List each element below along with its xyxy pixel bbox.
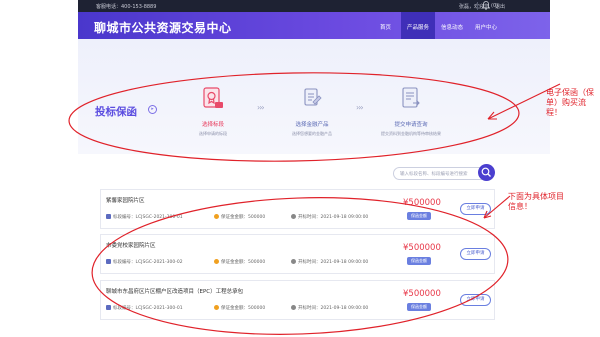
process-banner: 投标保函 选择标段 选择申请的标段 ››› 选择金融产品 选择您想要的金融产品 … — [78, 39, 550, 154]
step-select-tender[interactable]: 选择标段 选择申请的标段 — [173, 86, 253, 136]
tender-code: 标段编号：LCJSGC-2021-300-02 — [106, 259, 183, 265]
deposit-amount: 保证金金额：500000 — [214, 305, 265, 311]
guarantee-price: ¥500000 — [403, 198, 441, 208]
tender-code-text: 标段编号：LCJSGC-2021-300-01 — [113, 215, 183, 220]
tender-select-icon — [203, 87, 223, 108]
clock-icon — [291, 305, 296, 310]
guarantee-price: ¥500000 — [403, 243, 441, 253]
project-name[interactable]: 紫馨家园院片区 — [106, 196, 145, 204]
tender-code: 标段编号：LCJSGC-2021-300-01 — [106, 214, 183, 220]
open-time-text: 开标时间：2021-09-18 09:00:00 — [298, 215, 369, 220]
open-time-text: 开标时间：2021-09-18 09:00:00 — [298, 306, 369, 311]
open-time-text: 开标时间：2021-09-18 09:00:00 — [298, 260, 369, 265]
main-nav: 聊城市公共资源交易中心 首页 产品服务 信息动态 用户中心 — [78, 12, 550, 39]
step-submit-query[interactable]: 提交申请查询 提交资料到金融机构等待审核结果 — [371, 86, 451, 136]
deposit-amount: 保证金金额：500000 — [214, 214, 265, 220]
step-title: 选择标段 — [201, 122, 224, 128]
nav-item-user-center[interactable]: 用户中心 — [475, 23, 497, 31]
coin-icon — [214, 259, 219, 264]
step-desc: 提交资料到金融机构等待审核结果 — [381, 131, 441, 136]
deposit-amount-text: 保证金金额：500000 — [221, 306, 266, 311]
apply-button[interactable]: 立即申请 — [460, 294, 491, 306]
open-time: 开标时间：2021-09-18 09:00:00 — [291, 214, 368, 220]
document-icon — [106, 214, 111, 219]
price-label-badge: 保函金额 — [407, 212, 431, 220]
deposit-amount: 保证金金额：500000 — [214, 259, 265, 265]
apply-button[interactable]: 立即申请 — [460, 248, 491, 260]
document-icon — [106, 305, 111, 310]
tender-code-text: 标段编号：LCJSGC-2021-300-01 — [113, 306, 183, 311]
step-title: 提交申请查询 — [394, 122, 428, 128]
annotation-note-process: 电子保函（保 单）购买流程！ — [546, 88, 600, 118]
project-name[interactable]: 聊城市东昌府区片区棚户区改造项目（EPC）工程总承包 — [106, 287, 243, 295]
project-card: 聊城市东昌府区片区棚户区改造项目（EPC）工程总承包 标段编号：LCJSGC-2… — [100, 280, 495, 320]
step-title: 选择金融产品 — [295, 122, 329, 128]
clock-icon — [291, 214, 296, 219]
submit-query-icon — [402, 87, 420, 108]
open-time: 开标时间：2021-09-18 09:00:00 — [291, 259, 368, 265]
coin-icon — [214, 305, 219, 310]
nav-item-home[interactable]: 首页 — [380, 23, 391, 31]
price-label-badge: 保函金额 — [407, 257, 431, 265]
site-title[interactable]: 聊城市公共资源交易中心 — [94, 19, 232, 36]
logout-link[interactable]: 退出 — [495, 3, 505, 10]
search-button[interactable] — [478, 164, 495, 181]
step-desc: 选择申请的标段 — [199, 131, 227, 136]
step-desc: 选择您想要的金融产品 — [292, 131, 332, 136]
step-select-product[interactable]: 选择金融产品 选择您想要的金融产品 — [272, 86, 352, 136]
nav-item-products[interactable]: 产品服务 — [401, 12, 436, 39]
deposit-amount-text: 保证金金额：500000 — [221, 260, 266, 265]
search-input[interactable]: 输入标段名称、标段编号进行搜索 — [393, 167, 489, 180]
annotation-line: 下面为具体项目 — [508, 192, 564, 201]
annotation-line: 信息！ — [508, 202, 532, 211]
annotation-note-projects: 下面为具体项目 信息！ — [508, 192, 564, 212]
divider — [477, 2, 478, 10]
deposit-amount-text: 保证金金额：500000 — [221, 215, 266, 220]
top-bar: 客服电话：400-153-8889 张磊，欢迎您 (0) 退出 — [78, 0, 550, 12]
page-title: 投标保函 — [95, 106, 137, 118]
service-phone: 客服电话：400-153-8889 — [96, 4, 157, 10]
open-time: 开标时间：2021-09-18 09:00:00 — [291, 305, 368, 311]
play-icon[interactable] — [148, 105, 157, 114]
project-card: 市委党校家园院片区 标段编号：LCJSGC-2021-300-02 保证金金额：… — [100, 234, 495, 274]
guarantee-price: ¥500000 — [403, 289, 441, 299]
annotation-line: 电子保函（保 — [546, 88, 594, 97]
project-name[interactable]: 市委党校家园院片区 — [106, 241, 156, 249]
financial-product-icon — [304, 88, 322, 106]
nav-item-news[interactable]: 信息动态 — [441, 23, 463, 31]
chevron-right-icon: ››› — [356, 103, 364, 112]
tender-code: 标段编号：LCJSGC-2021-300-01 — [106, 305, 183, 311]
project-card: 紫馨家园院片区 标段编号：LCJSGC-2021-300-01 保证金金额：50… — [100, 189, 495, 229]
chevron-right-icon: ››› — [257, 103, 265, 112]
annotation-line: 单）购买流程！ — [546, 98, 586, 117]
apply-button[interactable]: 立即申请 — [460, 203, 491, 215]
coin-icon — [214, 214, 219, 219]
document-icon — [106, 259, 111, 264]
clock-icon — [291, 259, 296, 264]
search-icon — [481, 167, 491, 177]
tender-code-text: 标段编号：LCJSGC-2021-300-02 — [113, 260, 183, 265]
bell-icon[interactable] — [482, 1, 490, 10]
price-label-badge: 保函金额 — [407, 303, 431, 311]
